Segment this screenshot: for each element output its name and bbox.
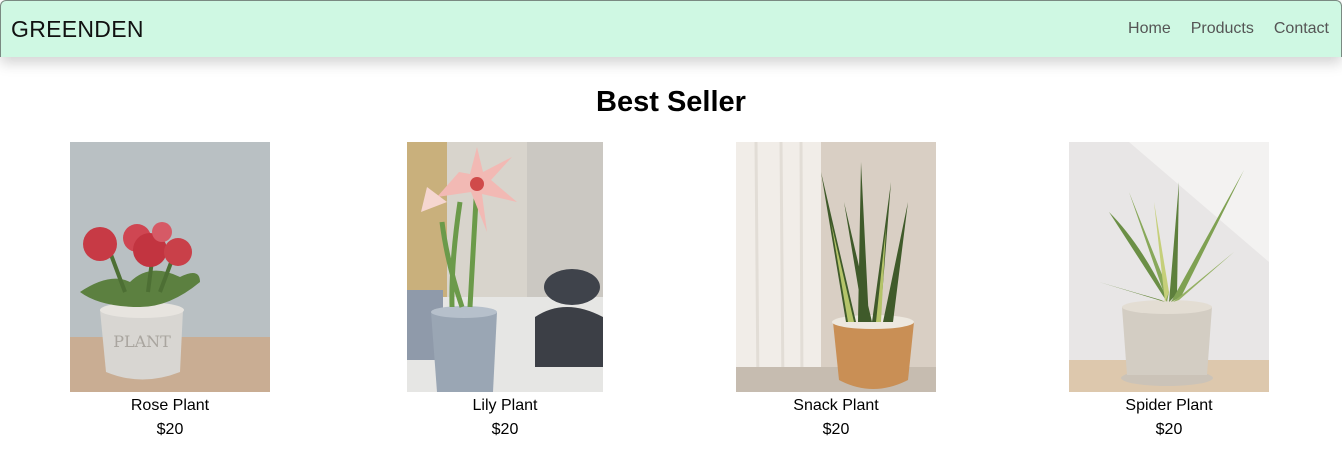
nav-products-link[interactable]: Products [1191, 20, 1254, 38]
product-name: Snack Plant [793, 397, 879, 414]
section-title: Best Seller [596, 86, 746, 118]
product-price: $20 [156, 421, 184, 438]
product-card-rose[interactable]: PLANT Rose Plant $20 [70, 142, 270, 440]
product-card-spider[interactable]: Spider Plant $20 [1069, 142, 1269, 440]
rose-plant-image[interactable]: PLANT [70, 142, 270, 392]
product-price: $20 [1155, 421, 1183, 438]
nav-links: Home Products Contact [1128, 20, 1329, 38]
product-card-snack[interactable]: Snack Plant $20 [736, 142, 936, 440]
product-price: $20 [822, 421, 850, 438]
nav-contact-link[interactable]: Contact [1274, 20, 1329, 38]
product-name: Lily Plant [472, 397, 538, 414]
navbar: GREENDEN Home Products Contact [0, 0, 1342, 57]
spider-plant-image[interactable] [1069, 142, 1269, 392]
product-price: $20 [491, 421, 519, 438]
snack-plant-image[interactable] [736, 142, 936, 392]
nav-home-link[interactable]: Home [1128, 20, 1171, 38]
product-name: Spider Plant [1125, 397, 1213, 414]
brand-logo-link[interactable]: GREENDEN [11, 16, 144, 43]
lily-plant-image[interactable] [407, 142, 603, 392]
svg-text:PLANT: PLANT [113, 332, 171, 351]
product-card-lily[interactable]: Lily Plant $20 [407, 142, 603, 440]
product-name: Rose Plant [130, 397, 210, 414]
